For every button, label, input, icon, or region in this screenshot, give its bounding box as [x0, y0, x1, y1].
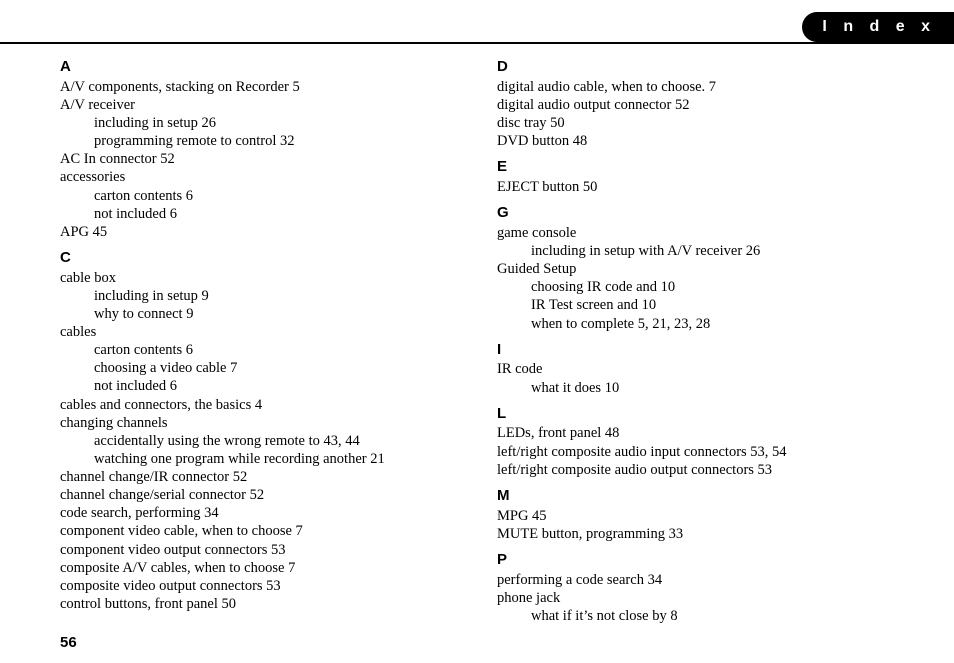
index-subentry: what if it’s not close by 8: [531, 607, 894, 625]
index-subentry: carton contents 6: [94, 187, 457, 205]
index-subentry: not included 6: [94, 377, 457, 395]
index-subentry: including in setup 9: [94, 287, 457, 305]
index-subentry: not included 6: [94, 205, 457, 223]
index-entry: MUTE button, programming 33: [497, 525, 894, 543]
index-entry: component video output connectors 53: [60, 541, 457, 559]
index-subentry: including in setup with A/V receiver 26: [531, 242, 894, 260]
index-subentry: what it does 10: [531, 379, 894, 397]
index-entry: digital audio output connector 52: [497, 96, 894, 114]
index-entry: component video cable, when to choose 7: [60, 522, 457, 540]
page: I n d e x AA/V components, stacking on R…: [0, 0, 954, 663]
index-letter-heading: M: [497, 487, 894, 506]
index-entry: performing a code search 34: [497, 571, 894, 589]
index-entry: cables: [60, 323, 457, 341]
index-badge: I n d e x: [802, 12, 954, 42]
index-entry: DVD button 48: [497, 132, 894, 150]
index-entry: game console: [497, 224, 894, 242]
index-letter-heading: C: [60, 249, 457, 268]
index-letter-heading: P: [497, 551, 894, 570]
index-entry: digital audio cable, when to choose. 7: [497, 78, 894, 96]
index-entry: phone jack: [497, 589, 894, 607]
index-entry: A/V receiver: [60, 96, 457, 114]
index-entry: APG 45: [60, 223, 457, 241]
index-entry: code search, performing 34: [60, 504, 457, 522]
header-rule: [0, 42, 954, 44]
index-entry: MPG 45: [497, 507, 894, 525]
index-entry: left/right composite audio output connec…: [497, 461, 894, 479]
index-entry: channel change/IR connector 52: [60, 468, 457, 486]
index-entry: IR code: [497, 360, 894, 378]
index-letter-heading: D: [497, 58, 894, 77]
index-entry: composite A/V cables, when to choose 7: [60, 559, 457, 577]
index-letter-heading: L: [497, 405, 894, 424]
index-subentry: why to connect 9: [94, 305, 457, 323]
index-entry: A/V components, stacking on Recorder 5: [60, 78, 457, 96]
index-letter-heading: G: [497, 204, 894, 223]
index-letter-heading: I: [497, 341, 894, 360]
index-subentry: programming remote to control 32: [94, 132, 457, 150]
index-subentry: watching one program while recording ano…: [94, 450, 457, 468]
index-letter-heading: A: [60, 58, 457, 77]
index-subentry: IR Test screen and 10: [531, 296, 894, 314]
index-entry: EJECT button 50: [497, 178, 894, 196]
index-entry: changing channels: [60, 414, 457, 432]
index-subentry: choosing a video cable 7: [94, 359, 457, 377]
index-letter-heading: E: [497, 158, 894, 177]
index-entry: control buttons, front panel 50: [60, 595, 457, 613]
index-entry: left/right composite audio input connect…: [497, 443, 894, 461]
index-subentry: carton contents 6: [94, 341, 457, 359]
index-entry: channel change/serial connector 52: [60, 486, 457, 504]
index-entry: Guided Setup: [497, 260, 894, 278]
index-entry: composite video output connectors 53: [60, 577, 457, 595]
index-entry: LEDs, front panel 48: [497, 424, 894, 442]
index-entry: disc tray 50: [497, 114, 894, 132]
index-column: Ddigital audio cable, when to choose. 7d…: [497, 58, 894, 648]
index-subentry: including in setup 26: [94, 114, 457, 132]
index-column: AA/V components, stacking on Recorder 5A…: [60, 58, 457, 648]
index-entry: AC In connector 52: [60, 150, 457, 168]
index-entry: cable box: [60, 269, 457, 287]
page-number: 56: [60, 634, 77, 651]
index-entry: accessories: [60, 168, 457, 186]
index-subentry: when to complete 5, 21, 23, 28: [531, 315, 894, 333]
index-entry: cables and connectors, the basics 4: [60, 396, 457, 414]
index-subentry: choosing IR code and 10: [531, 278, 894, 296]
index-subentry: accidentally using the wrong remote to 4…: [94, 432, 457, 450]
index-content: AA/V components, stacking on Recorder 5A…: [60, 58, 894, 648]
